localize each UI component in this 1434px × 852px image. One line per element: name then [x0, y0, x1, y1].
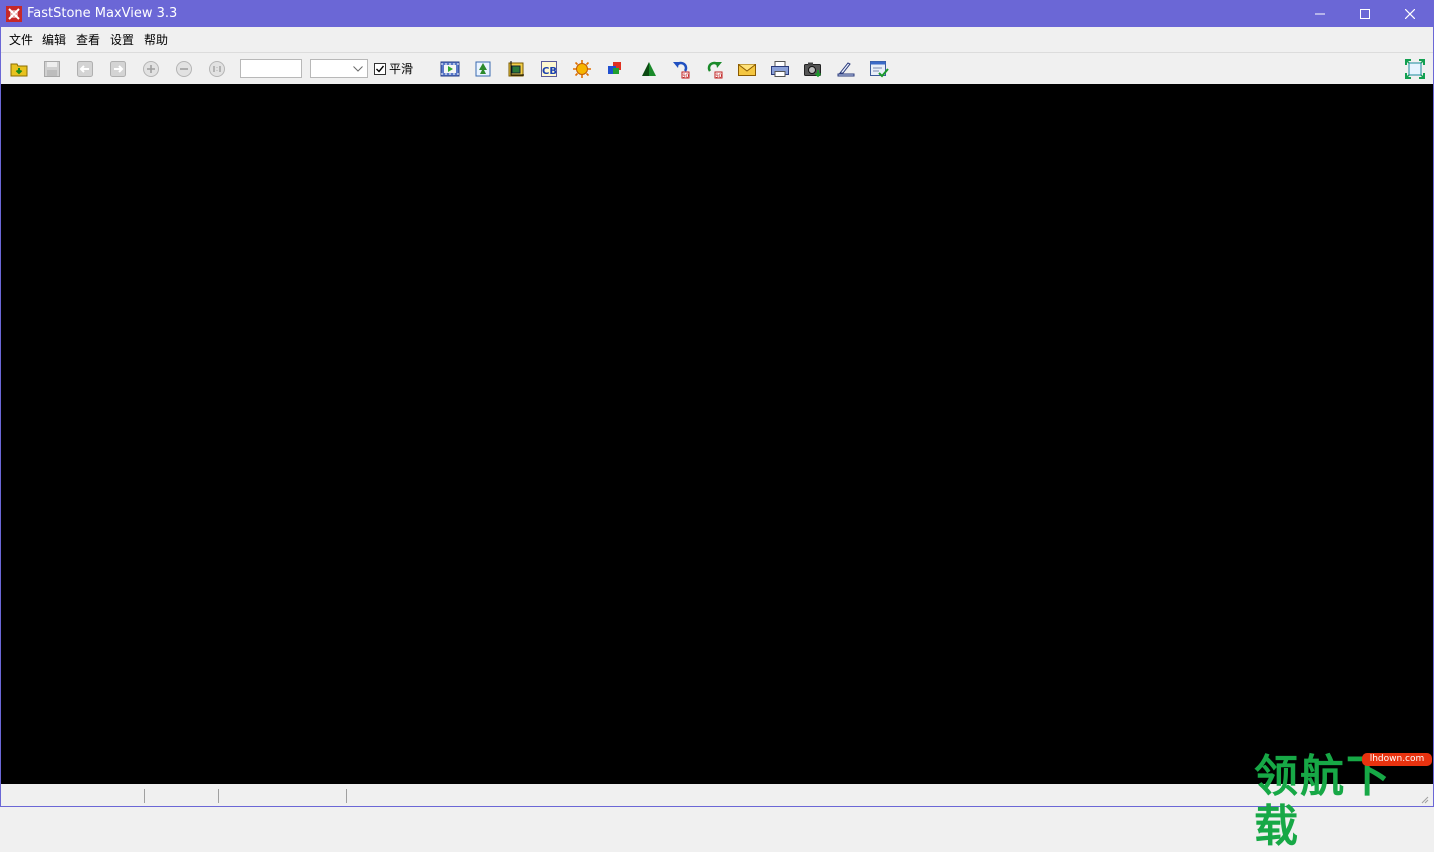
zoom-out-button[interactable]: [173, 58, 195, 80]
close-icon: [1405, 9, 1415, 19]
menu-settings[interactable]: 设置: [110, 32, 134, 48]
fullscreen-button[interactable]: [1404, 58, 1426, 80]
brightness-button[interactable]: [571, 58, 593, 80]
menu-file[interactable]: 文件: [9, 32, 33, 48]
status-bar: [1, 784, 1433, 806]
previous-button[interactable]: [74, 58, 96, 80]
status-divider: [218, 789, 219, 803]
settings-button[interactable]: [868, 58, 890, 80]
watermark-url: lhdown.com: [1362, 753, 1432, 766]
open-icon: [10, 63, 28, 77]
colors-button[interactable]: [604, 58, 626, 80]
resize-icon: [475, 61, 491, 77]
watermark-text: 领航下载: [1254, 751, 1392, 852]
resize-button[interactable]: [472, 58, 494, 80]
capture-button[interactable]: [802, 58, 824, 80]
scan-icon: [837, 62, 855, 77]
zoom-select[interactable]: [310, 59, 368, 78]
smooth-checkbox[interactable]: [374, 63, 386, 75]
close-button[interactable]: [1387, 1, 1433, 27]
email-button[interactable]: [736, 58, 758, 80]
zoom-input[interactable]: [240, 59, 302, 78]
maximize-icon: [1360, 9, 1370, 19]
fullscreen-icon: [1405, 59, 1425, 79]
zoom-out-icon: [176, 61, 192, 77]
menu-view[interactable]: 查看: [76, 32, 100, 48]
colors-icon: [608, 62, 621, 74]
status-divider: [144, 789, 145, 803]
window-title: FastStone MaxView 3.3: [27, 6, 178, 21]
rotate-left-icon: 90: [673, 61, 690, 80]
minimize-button[interactable]: [1297, 1, 1343, 27]
status-divider: [346, 789, 347, 803]
app-window: FastStone MaxView 3.3 文件 编辑 查看 设置 帮助 平滑 …: [0, 0, 1434, 807]
prev-icon: [77, 61, 93, 77]
slideshow-button[interactable]: [439, 58, 461, 80]
capture-icon: [804, 62, 822, 78]
minimize-icon: [1315, 13, 1325, 15]
svg-text:90: 90: [683, 74, 689, 80]
rotate-right-button[interactable]: 90: [703, 58, 725, 80]
sharpen-icon: [642, 62, 656, 76]
print-button[interactable]: [769, 58, 791, 80]
actual-size-icon: [209, 61, 225, 77]
slideshow-icon: [440, 61, 460, 77]
settings-icon: [870, 61, 889, 78]
brightness-icon: [573, 60, 591, 78]
save-button[interactable]: [41, 58, 63, 80]
title-bar[interactable]: FastStone MaxView 3.3: [1, 1, 1433, 27]
text-button[interactable]: CB: [538, 58, 560, 80]
email-icon: [738, 64, 756, 76]
maximize-button[interactable]: [1342, 1, 1388, 27]
svg-text:CB: CB: [542, 66, 557, 77]
open-button[interactable]: [8, 58, 30, 80]
rotate-left-button[interactable]: 90: [670, 58, 692, 80]
print-icon: [771, 61, 789, 77]
smooth-label[interactable]: 平滑: [389, 61, 413, 77]
sharpen-button[interactable]: [637, 58, 659, 80]
image-canvas[interactable]: [1, 84, 1433, 784]
scan-button[interactable]: [835, 58, 857, 80]
menu-bar: 文件 编辑 查看 设置 帮助: [1, 27, 1433, 52]
text-icon: CB: [541, 61, 557, 77]
next-icon: [110, 61, 126, 77]
chevron-down-icon: [353, 66, 363, 72]
app-logo-icon: [6, 6, 22, 22]
save-icon: [44, 61, 60, 77]
crop-icon: [508, 61, 524, 77]
next-button[interactable]: [107, 58, 129, 80]
menu-help[interactable]: 帮助: [144, 32, 168, 48]
toolbar: 平滑 CB 90 90: [1, 52, 1433, 85]
svg-text:90: 90: [716, 74, 722, 80]
menu-edit[interactable]: 编辑: [42, 32, 66, 48]
crop-button[interactable]: [505, 58, 527, 80]
rotate-right-icon: 90: [707, 61, 723, 80]
zoom-in-button[interactable]: [140, 58, 162, 80]
zoom-in-icon: [143, 61, 159, 77]
actual-size-button[interactable]: [206, 58, 228, 80]
